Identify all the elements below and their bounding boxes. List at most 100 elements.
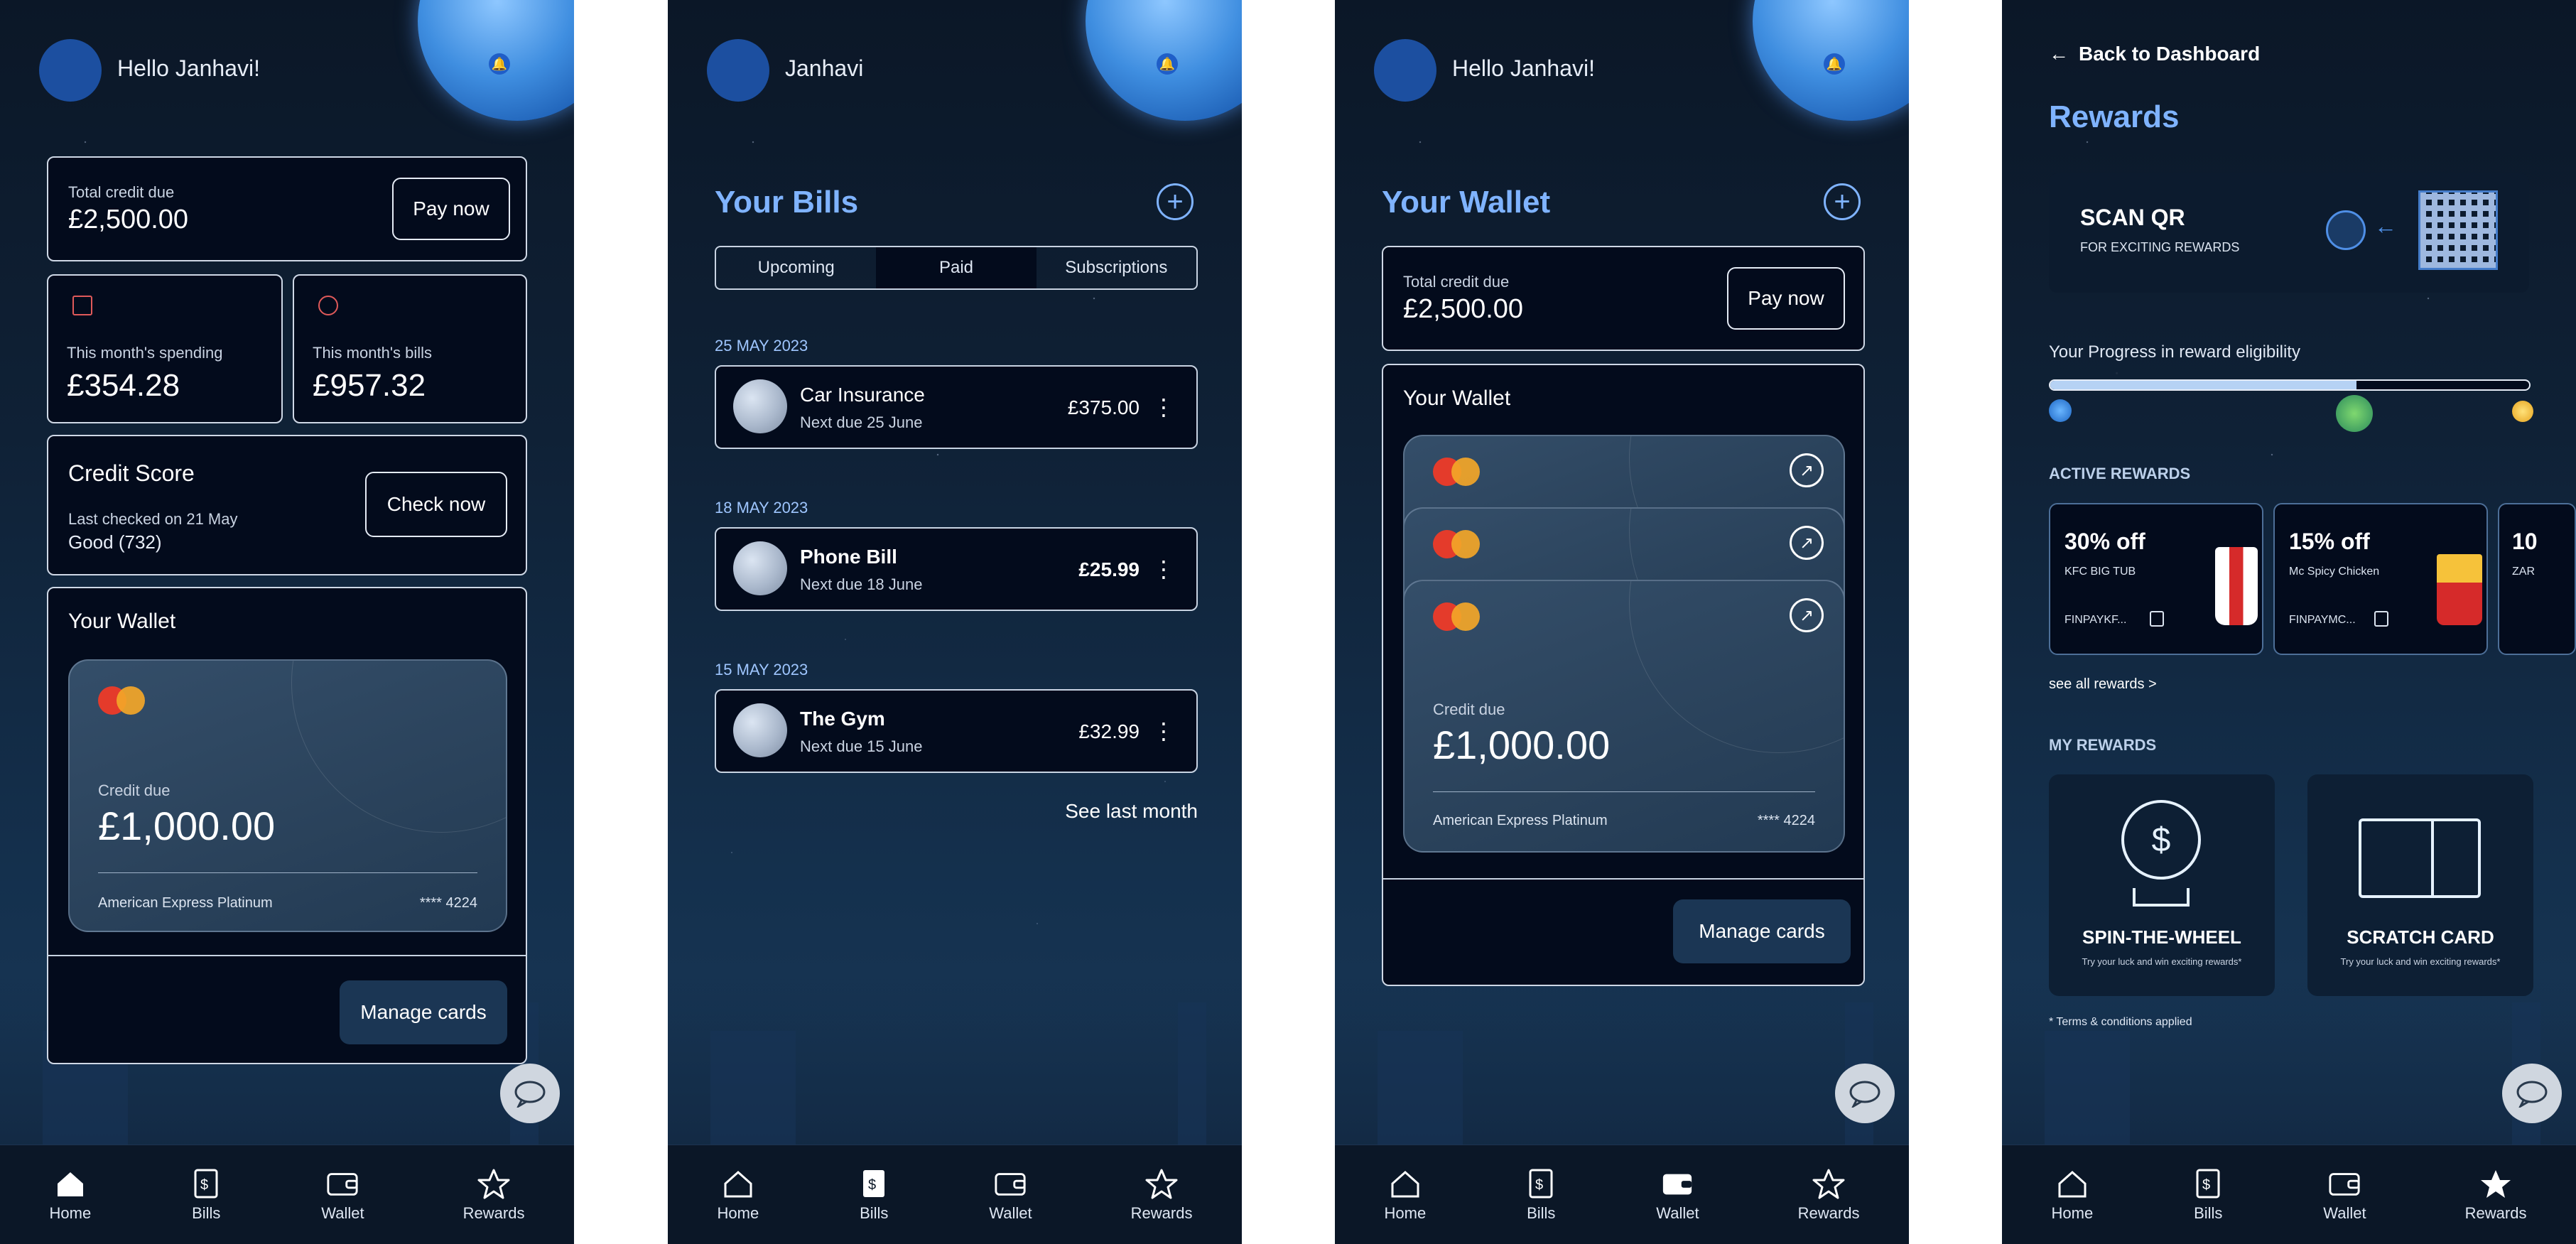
home-icon xyxy=(1389,1167,1422,1200)
more-options-icon[interactable]: ⋮ xyxy=(1152,394,1175,421)
nav-rewards[interactable]: Rewards xyxy=(1131,1167,1192,1223)
bill-name: Car Insurance xyxy=(800,384,925,406)
check-now-button[interactable]: Check now xyxy=(365,472,507,537)
nav-wallet-label: Wallet xyxy=(2323,1204,2366,1222)
add-bill-icon[interactable]: + xyxy=(1157,183,1194,220)
notification-bell-icon[interactable]: 🔔 xyxy=(1157,53,1178,75)
globe-milestone-icon xyxy=(2336,395,2373,432)
spin-title: SPIN-THE-WHEEL xyxy=(2082,926,2241,948)
nav-wallet[interactable]: Wallet xyxy=(1656,1167,1699,1223)
city-skyline xyxy=(1335,974,1909,1145)
gift-ribbon-icon xyxy=(2431,821,2434,895)
wallet-icon xyxy=(326,1167,359,1200)
svg-text:$: $ xyxy=(868,1177,876,1193)
svg-text:$: $ xyxy=(2202,1177,2210,1193)
bill-amount: £25.99 xyxy=(1078,558,1140,580)
home-icon xyxy=(54,1167,87,1200)
chart-icon xyxy=(72,296,92,315)
nav-wallet[interactable]: Wallet xyxy=(321,1167,364,1223)
bill-name: The Gym xyxy=(800,708,885,730)
pay-now-button[interactable]: Pay now xyxy=(392,178,510,240)
bill-date: 15 MAY 2023 xyxy=(715,661,808,678)
see-last-month-link[interactable]: See last month xyxy=(1065,800,1198,823)
notification-bell-icon[interactable]: 🔔 xyxy=(1824,53,1845,75)
chat-icon[interactable] xyxy=(500,1064,560,1123)
bill-amount: £375.00 xyxy=(1067,396,1140,418)
nav-rewards[interactable]: Rewards xyxy=(1798,1167,1859,1223)
bill-item[interactable]: The Gym Next due 15 June £32.99 ⋮ xyxy=(715,689,1198,773)
nav-home[interactable]: Home xyxy=(50,1167,91,1223)
screen-rewards: ← Back to Dashboard Rewards SCAN QR FOR … xyxy=(2002,0,2576,1244)
bottom-nav: Home $ Bills Wallet Rewards xyxy=(668,1145,1242,1244)
credit-card[interactable]: Credit due £1,000.00 American Express Pl… xyxy=(68,659,507,932)
svg-text:$: $ xyxy=(1535,1177,1543,1193)
star-icon xyxy=(477,1167,510,1200)
total-credit-panel: Total credit due £2,500.00 Pay now xyxy=(47,156,527,261)
bill-amount: £32.99 xyxy=(1078,720,1140,742)
svg-text:$: $ xyxy=(200,1177,208,1193)
nav-home[interactable]: Home xyxy=(718,1167,759,1223)
pay-now-button[interactable]: Pay now xyxy=(1727,267,1845,330)
tab-paid[interactable]: Paid xyxy=(876,247,1037,288)
wallet-icon xyxy=(1661,1167,1694,1200)
copy-icon[interactable] xyxy=(2374,611,2388,627)
bill-icon: $ xyxy=(2192,1167,2224,1200)
nav-home[interactable]: Home xyxy=(2052,1167,2093,1223)
nav-bills[interactable]: $ Bills xyxy=(190,1167,222,1223)
scratch-card-card[interactable]: SCRATCH CARD Try your luck and win excit… xyxy=(2307,774,2533,996)
manage-cards-button[interactable]: Manage cards xyxy=(340,980,507,1044)
nav-rewards-label: Rewards xyxy=(2464,1204,2527,1222)
nav-bills[interactable]: $ Bills xyxy=(1525,1167,1557,1223)
bill-icon: $ xyxy=(1525,1167,1557,1200)
nav-rewards[interactable]: Rewards xyxy=(2464,1167,2527,1223)
more-options-icon[interactable]: ⋮ xyxy=(1152,718,1175,745)
total-credit-value: £2,500.00 xyxy=(1403,294,1524,324)
open-card-icon[interactable]: ↗ xyxy=(1790,598,1824,632)
nav-wallet[interactable]: Wallet xyxy=(2323,1167,2366,1223)
offer-desc: ZAR xyxy=(2512,566,2535,578)
chat-icon[interactable] xyxy=(1835,1064,1895,1123)
mastercard-logo-icon xyxy=(1433,602,1483,631)
bill-item[interactable]: Car Insurance Next due 25 June £375.00 ⋮ xyxy=(715,365,1198,449)
open-card-icon[interactable]: ↗ xyxy=(1790,526,1824,560)
tab-subscriptions[interactable]: Subscriptions xyxy=(1037,247,1196,288)
avatar[interactable] xyxy=(39,39,102,102)
manage-cards-button[interactable]: Manage cards xyxy=(1673,899,1851,963)
home-icon xyxy=(722,1167,754,1200)
wheel-icon: $ xyxy=(2121,800,2201,880)
offer-card[interactable]: 10 ZAR xyxy=(2498,503,2576,655)
mastercard-logo-icon xyxy=(1433,458,1483,486)
credit-card[interactable]: ↗ Credit due £1,000.00 American Express … xyxy=(1403,580,1845,853)
add-card-icon[interactable]: + xyxy=(1824,183,1861,220)
avatar[interactable] xyxy=(1374,39,1436,102)
nav-wallet[interactable]: Wallet xyxy=(989,1167,1032,1223)
wallet-panel: Your Wallet ↗ ↗ ↗ Credit due £1,000.00 A… xyxy=(1382,364,1865,986)
notification-bell-icon[interactable]: 🔔 xyxy=(489,53,510,75)
more-options-icon[interactable]: ⋮ xyxy=(1152,556,1175,583)
credit-score-title: Credit Score xyxy=(68,460,195,486)
open-card-icon[interactable]: ↗ xyxy=(1790,453,1824,487)
tab-upcoming[interactable]: Upcoming xyxy=(716,247,876,288)
copy-icon[interactable] xyxy=(2150,611,2164,627)
bill-item[interactable]: Phone Bill Next due 18 June £25.99 ⋮ xyxy=(715,527,1198,611)
spin-the-wheel-card[interactable]: $ SPIN-THE-WHEEL Try your luck and win e… xyxy=(2049,774,2275,996)
back-link[interactable]: ← Back to Dashboard xyxy=(2049,43,2260,65)
bill-due: Next due 25 June xyxy=(800,413,923,431)
avatar[interactable] xyxy=(707,39,769,102)
mastercard-logo-icon xyxy=(1433,530,1483,558)
chat-icon[interactable] xyxy=(2502,1064,2562,1123)
progress-label: Your Progress in reward eligibility xyxy=(2049,342,2300,362)
nav-bills[interactable]: $ Bills xyxy=(857,1167,890,1223)
fries-icon xyxy=(2437,554,2482,625)
nav-home[interactable]: Home xyxy=(1385,1167,1426,1223)
scan-qr-banner[interactable]: SCAN QR FOR EXCITING REWARDS ← xyxy=(2049,173,2529,293)
nav-rewards[interactable]: Rewards xyxy=(463,1167,524,1223)
offer-title: 30% off xyxy=(2064,529,2145,554)
see-all-rewards-link[interactable]: see all rewards > xyxy=(2049,676,2157,693)
wallet-title: Your Wallet xyxy=(1403,386,1511,410)
offer-card[interactable]: 15% off Mc Spicy Chicken FINPAYMC... xyxy=(2273,503,2488,655)
offer-card[interactable]: 30% off KFC BIG TUB FINPAYKF... xyxy=(2049,503,2263,655)
offer-desc: Mc Spicy Chicken xyxy=(2289,566,2380,578)
bottom-nav: Home $ Bills Wallet Rewards xyxy=(0,1145,574,1244)
nav-bills[interactable]: $ Bills xyxy=(2192,1167,2224,1223)
